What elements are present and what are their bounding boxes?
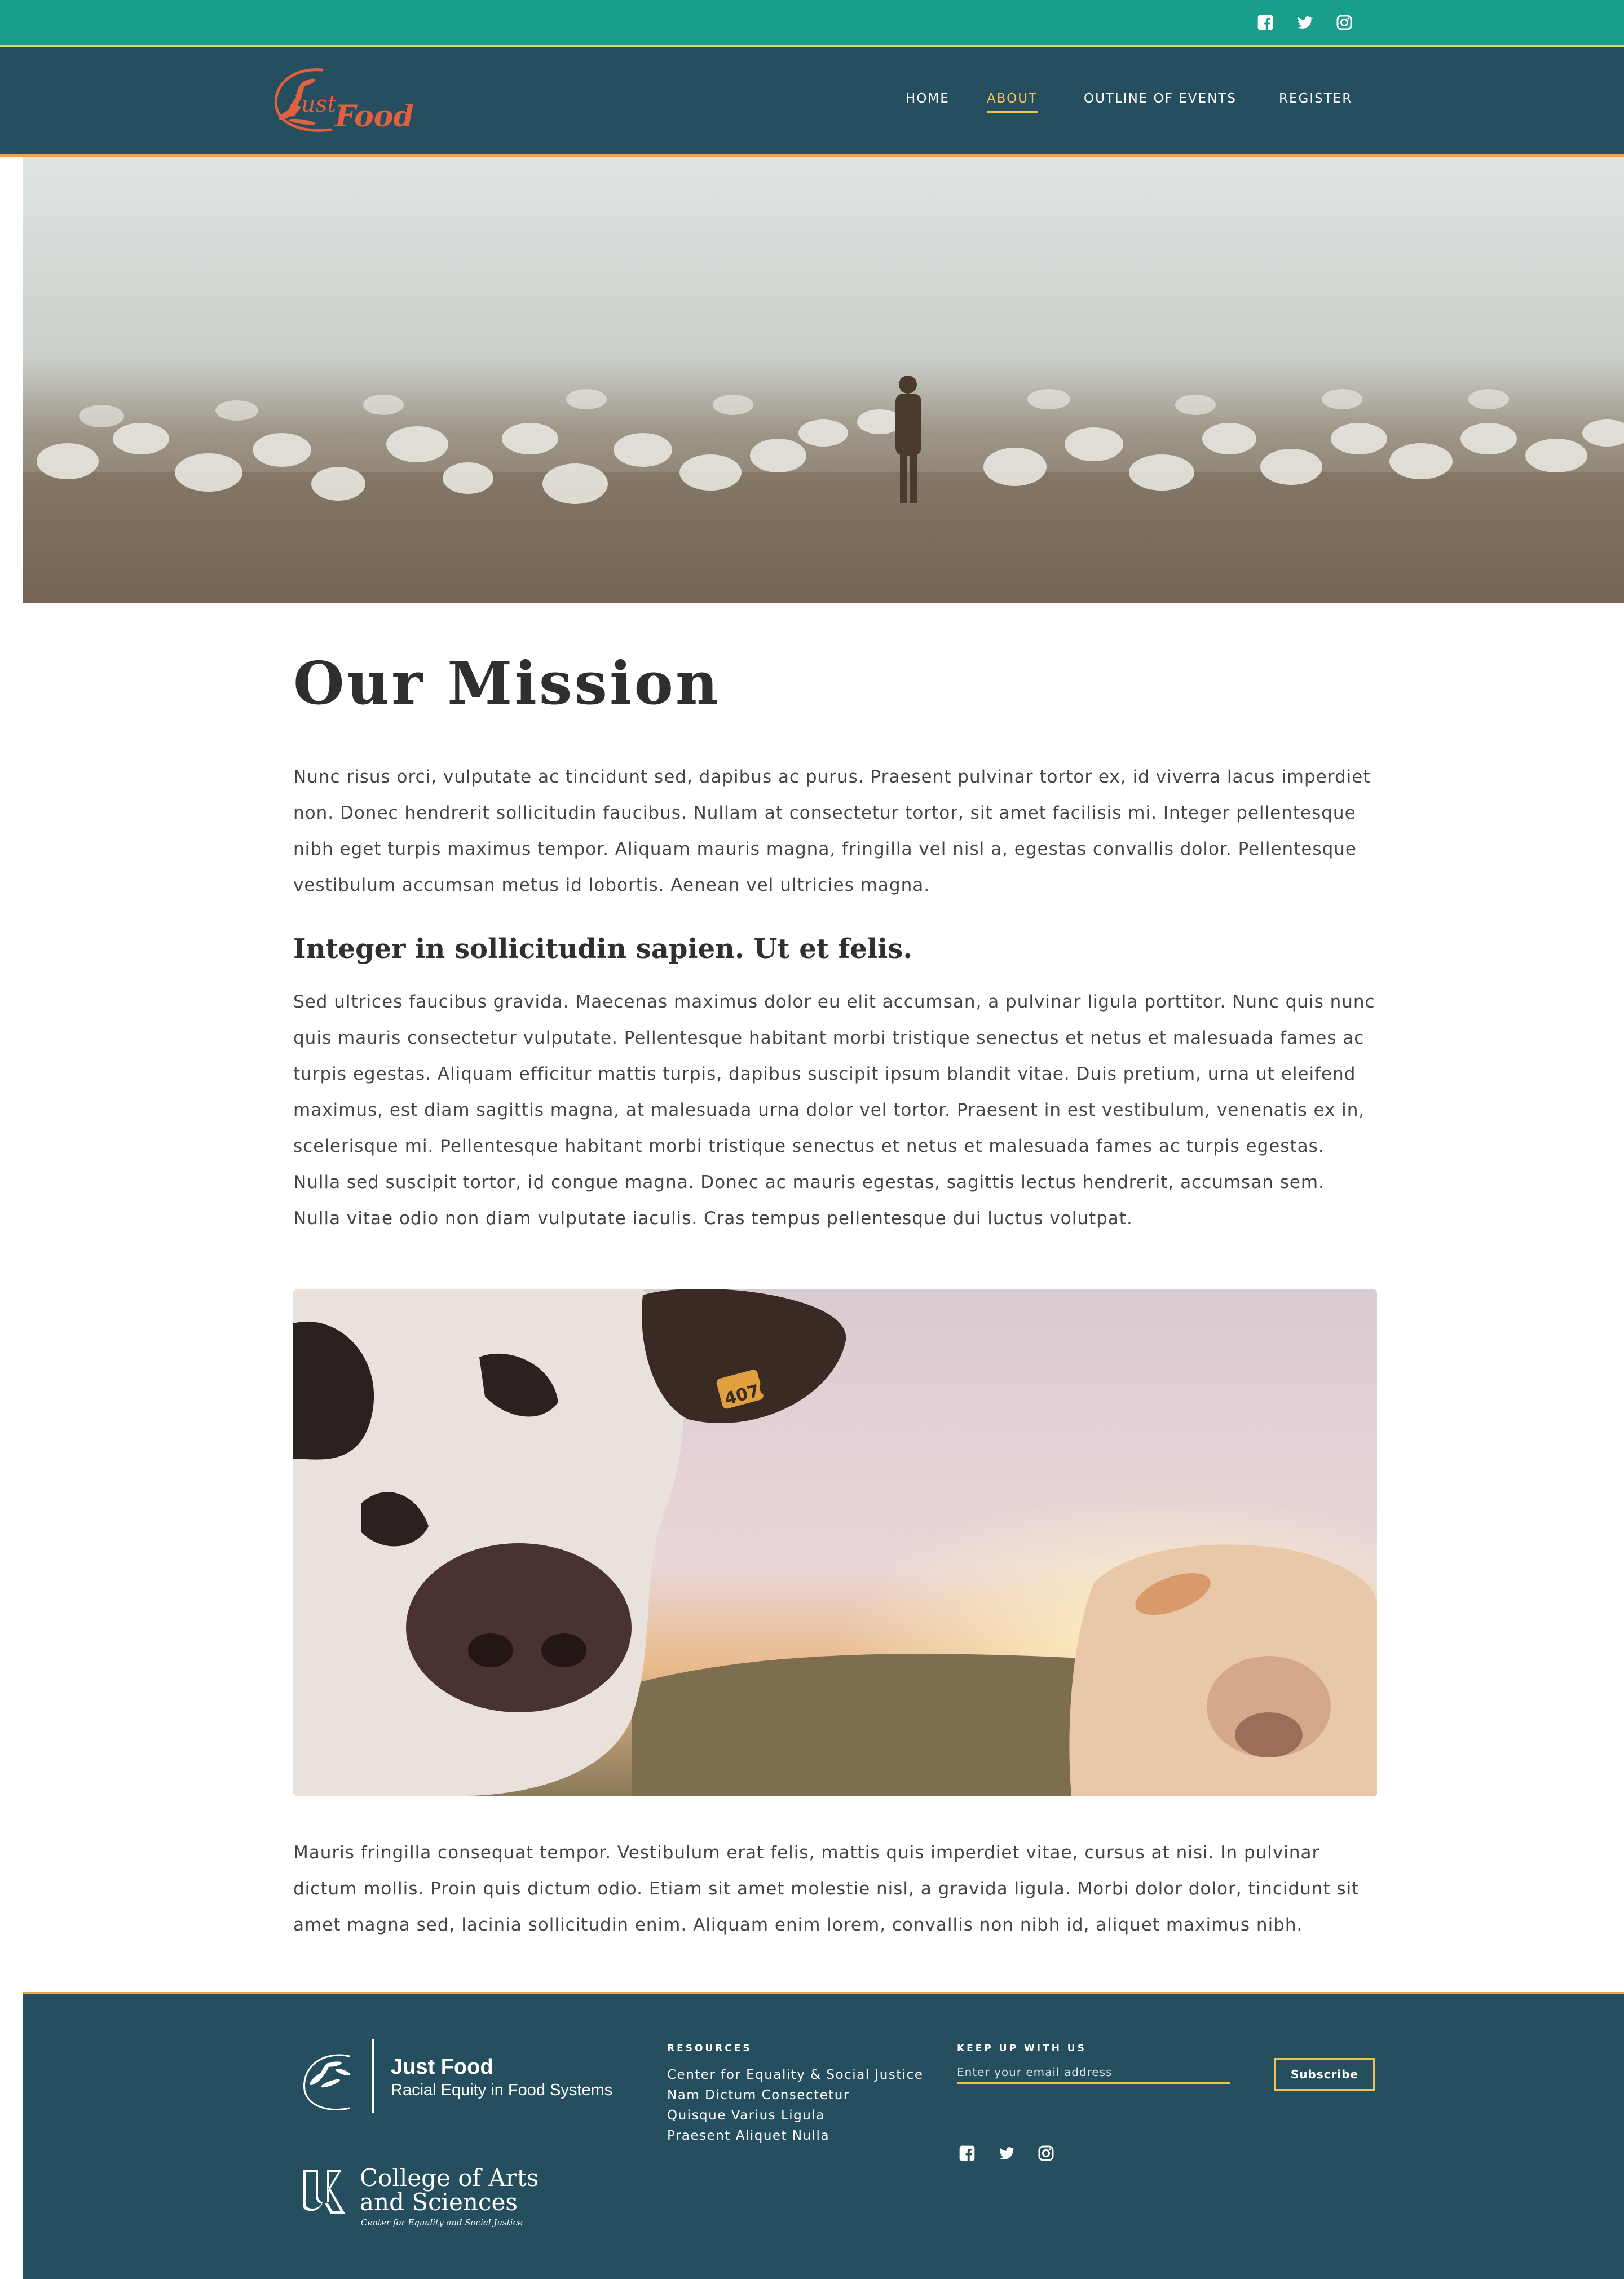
wheat-logo-icon: Just Food [274, 68, 414, 134]
uk-logo-icon [303, 2170, 345, 2214]
instagram-icon[interactable] [1037, 2144, 1055, 2162]
just-food-logo[interactable]: Just Food [268, 63, 415, 136]
twitter-icon[interactable] [1296, 14, 1314, 32]
closing-paragraph: Mauris fringilla consequat tempor. Vesti… [293, 1843, 1360, 1935]
college-name-line1: College of Arts [360, 2164, 539, 2192]
resource-link[interactable]: Center for Equality & Social Justice [667, 2068, 923, 2082]
resources-heading: RESOURCES [667, 2043, 752, 2054]
nav-register[interactable]: REGISTER [1279, 91, 1352, 106]
logo-word-food: Food [334, 99, 414, 134]
hero-image [23, 157, 1624, 603]
email-field[interactable] [957, 2062, 1230, 2084]
instagram-icon[interactable] [1335, 14, 1353, 32]
intro-paragraph: Nunc risus orci, vulputate ac tincidunt … [293, 767, 1371, 895]
top-bar [0, 0, 1624, 47]
college-name-line2: and Sciences [360, 2188, 518, 2216]
footer-brand-title: Just Food [391, 2055, 493, 2079]
nav-outline-of-events[interactable]: OUTLINE OF EVENTS [1084, 91, 1237, 106]
site-header: Just Food HOME ABOUT OUTLINE OF EVENTS R… [0, 47, 1624, 157]
site-footer: Just Food Racial Equity in Food Systems … [23, 1992, 1624, 2279]
section-subheading: Integer in sollicitudin sapien. Ut et fe… [293, 933, 913, 965]
logo-word-just: Just [288, 91, 337, 117]
subscribe-button[interactable]: Subscribe [1274, 2058, 1375, 2091]
body-paragraph: Sed ultrices faucibus gravida. Maecenas … [293, 992, 1375, 1229]
facebook-icon[interactable] [1256, 14, 1274, 32]
resource-link[interactable]: Nam Dictum Consectetur [667, 2088, 850, 2103]
cow-right [1069, 1544, 1377, 1796]
resource-link[interactable]: Quisque Varius Ligula [667, 2108, 825, 2123]
page-title: Our Mission [293, 648, 721, 718]
twitter-icon[interactable] [998, 2144, 1016, 2162]
cows-image: 4076 [293, 1289, 1377, 1796]
footer-brand-subtitle: Racial Equity in Food Systems [391, 2081, 613, 2099]
nav-about[interactable]: ABOUT [987, 91, 1038, 113]
college-center-name: Center for Equality and Social Justice [361, 2218, 523, 2228]
resource-link[interactable]: Praesent Aliquet Nulla [667, 2128, 829, 2143]
newsletter-heading: KEEP UP WITH US [957, 2043, 1087, 2054]
facebook-icon[interactable] [958, 2144, 976, 2162]
nav-home[interactable]: HOME [906, 91, 950, 106]
